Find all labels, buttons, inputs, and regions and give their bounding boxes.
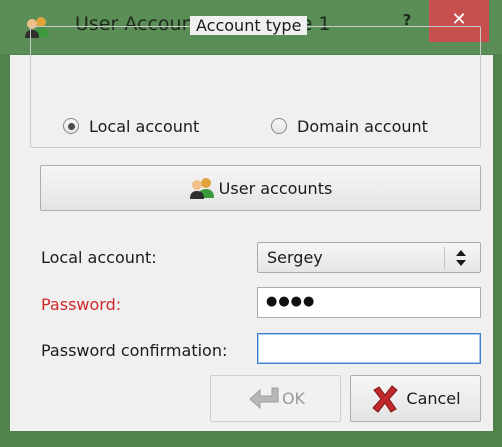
local-account-select[interactable]: Sergey [257, 242, 481, 273]
user-accounts-label: User accounts [218, 178, 333, 198]
radio-local-account[interactable]: Local account [63, 116, 199, 136]
radio-domain-account[interactable]: Domain account [271, 116, 428, 136]
password-label: Password: [41, 295, 122, 314]
user-accounts-button[interactable]: User accounts [40, 165, 481, 211]
users-icon [189, 178, 214, 199]
password-confirmation-input[interactable] [257, 333, 481, 364]
local-account-value: Sergey [267, 248, 323, 267]
cross-icon [372, 384, 399, 413]
updown-arrows-icon[interactable] [453, 246, 469, 270]
account-type-title: Account type [190, 16, 308, 35]
ok-button[interactable]: OK [210, 375, 341, 422]
radio-local-account-indicator[interactable] [63, 118, 79, 134]
cancel-label: Cancel [406, 389, 461, 408]
password-input[interactable]: ●●●● [257, 287, 481, 318]
ok-label: OK [281, 389, 306, 408]
password-value: ●●●● [266, 294, 316, 309]
window-frame-bottom [0, 431, 502, 447]
local-account-label: Local account: [41, 248, 157, 267]
radio-local-account-label[interactable]: Local account [89, 117, 199, 136]
arrow-icon [249, 387, 279, 409]
cancel-button[interactable]: Cancel [350, 375, 481, 422]
combo-separator [444, 247, 445, 269]
password-confirmation-label: Password confirmation: [41, 341, 228, 360]
radio-domain-account-indicator[interactable] [271, 118, 287, 134]
radio-domain-account-label[interactable]: Domain account [297, 117, 428, 136]
